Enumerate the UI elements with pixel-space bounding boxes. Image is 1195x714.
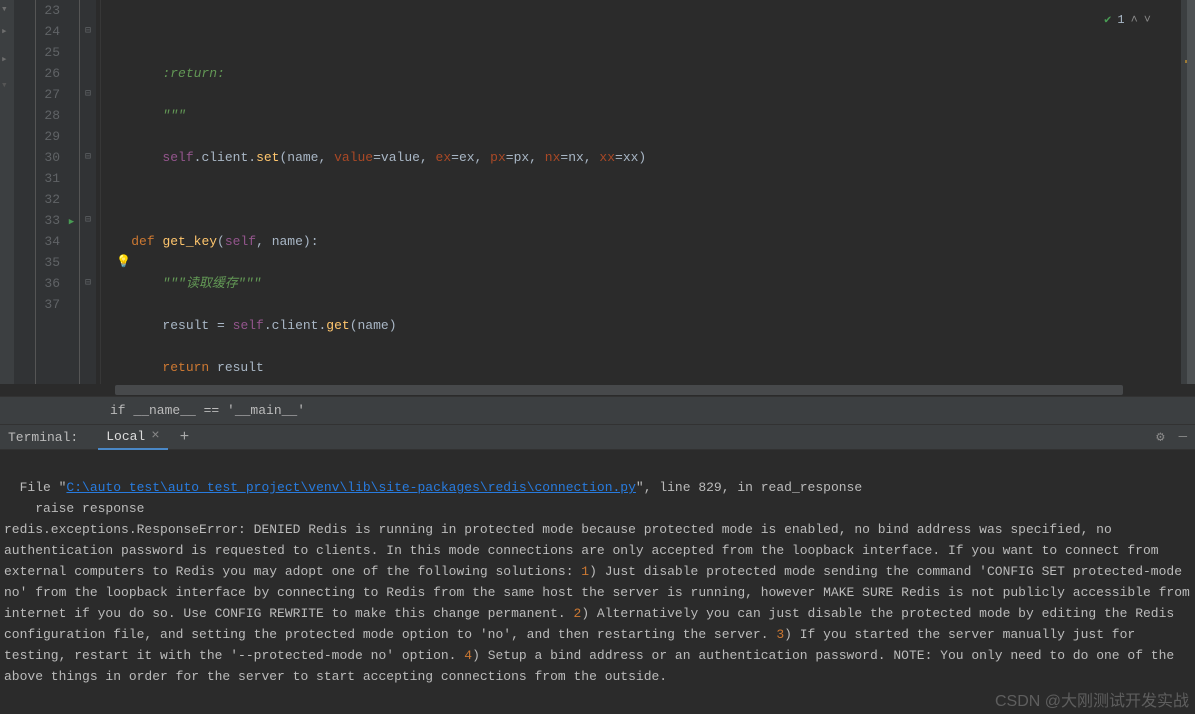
add-terminal-icon[interactable]: + <box>180 428 190 446</box>
fold-end-icon[interactable]: ⊟ <box>80 21 96 42</box>
next-problem-icon[interactable]: ˅ <box>1144 10 1151 31</box>
vscroll-thumb[interactable] <box>1187 0 1195 384</box>
code-area[interactable]: 💡 :return: """ self.client.set(name, val… <box>96 0 1181 384</box>
file-link[interactable]: C:\auto_test\auto_test_project\venv\lib\… <box>66 480 636 495</box>
docstring: """读取缓存""" <box>162 276 261 291</box>
error-stripe[interactable] <box>1181 0 1195 384</box>
fold-end-icon[interactable]: ⊟ <box>80 273 96 294</box>
terminal-toolbar: Terminal: Local × + ⚙ — <box>0 424 1195 450</box>
close-icon[interactable]: × <box>151 428 159 444</box>
fold-gutter: ⊟ ⊟ ⊟ ⊟ ⊟ <box>80 0 96 384</box>
chevron-down-icon[interactable]: ▾ <box>1 2 8 16</box>
chevron-right-icon[interactable]: ▸ <box>1 52 8 66</box>
run-icon[interactable]: ▶ <box>69 217 74 227</box>
inspection-widget[interactable]: ✔ 1 ˄ ˅ <box>1104 10 1151 31</box>
minimize-icon[interactable]: — <box>1179 429 1187 446</box>
docstring-end: """ <box>162 108 185 123</box>
fold-start-icon[interactable]: ⊟ <box>80 84 96 105</box>
terminal-label: Terminal: <box>8 430 78 445</box>
bulb-icon[interactable]: 💡 <box>116 252 131 273</box>
editor-hscroll[interactable] <box>0 384 1195 396</box>
tool-stripe: ▾ ▸ ▸ ▾ <box>0 0 14 384</box>
watermark: CSDN @大刚测试开发实战 <box>995 691 1189 712</box>
bookmark-gutter <box>14 0 36 384</box>
run-gutter: ▶ <box>64 0 80 384</box>
marker-icon: ▾ <box>1 78 8 92</box>
fold-end-icon[interactable]: ⊟ <box>80 147 96 168</box>
doc-text: :return <box>162 66 217 81</box>
fold-start-icon[interactable]: ⊟ <box>80 210 96 231</box>
tab-label: Local <box>106 429 145 444</box>
chevron-right-icon[interactable]: ▸ <box>1 24 8 38</box>
hscroll-thumb[interactable] <box>115 385 1123 395</box>
gear-icon[interactable]: ⚙ <box>1156 429 1164 446</box>
problem-count: 1 <box>1117 10 1124 31</box>
check-icon: ✔ <box>1104 10 1111 31</box>
breadcrumb[interactable]: if __name__ == '__main__' <box>0 396 1195 424</box>
terminal-tab-local[interactable]: Local × <box>98 424 167 450</box>
editor-pane: ▾ ▸ ▸ ▾ 232425262728293031323334353637 ▶… <box>0 0 1195 384</box>
terminal-output[interactable]: File "C:\auto_test\auto_test_project\ven… <box>0 450 1195 714</box>
prev-problem-icon[interactable]: ˄ <box>1131 10 1138 31</box>
line-numbers: 232425262728293031323334353637 <box>36 0 64 384</box>
